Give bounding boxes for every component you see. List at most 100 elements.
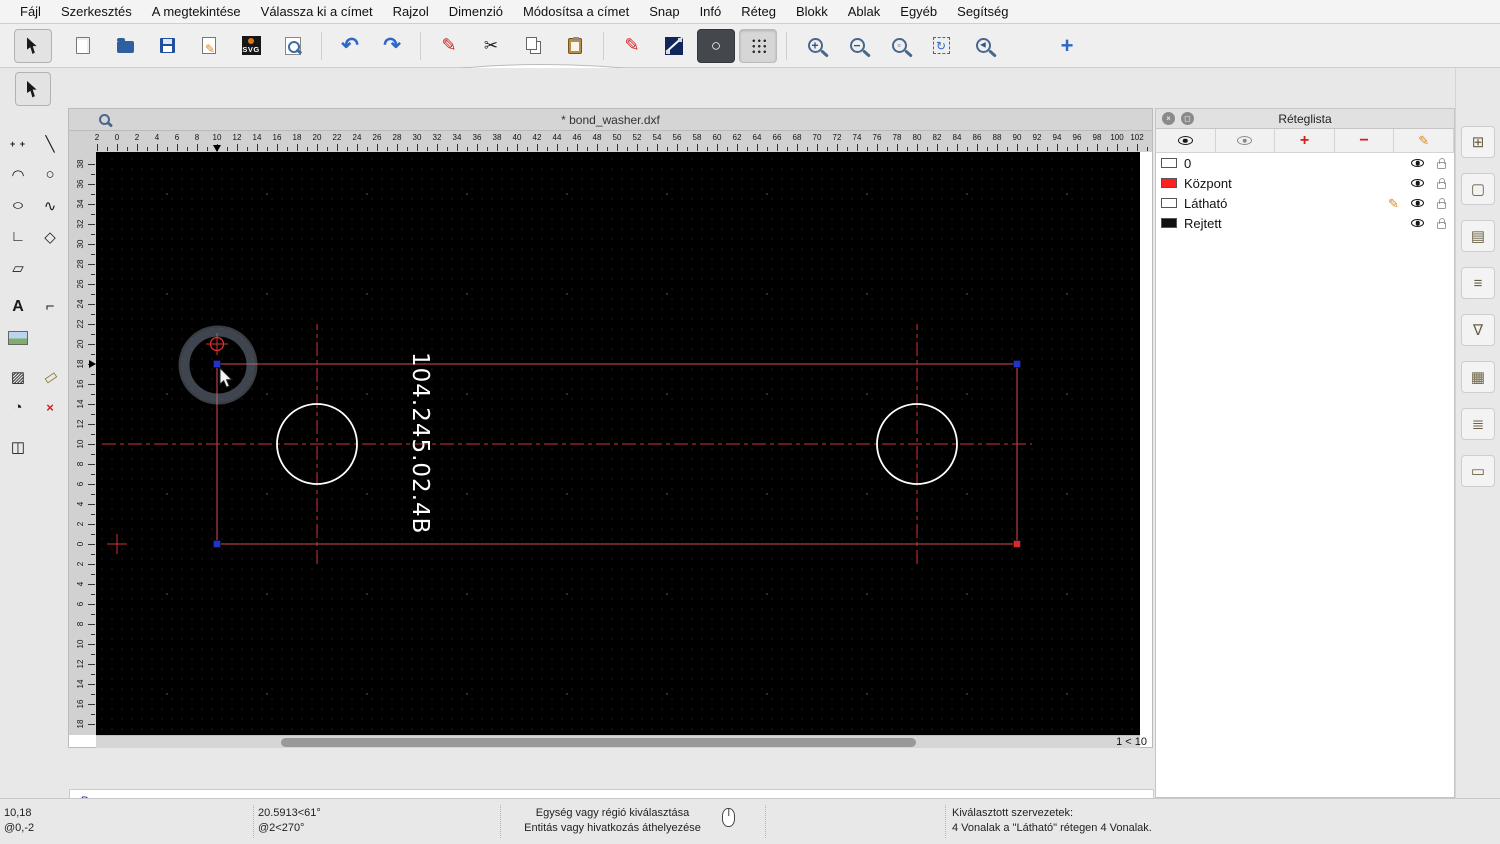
layer-row-látható[interactable]: Látható ✎ xyxy=(1156,193,1454,213)
menu-blokk[interactable]: Blokk xyxy=(786,4,838,19)
panel-float-icon[interactable]: ◻ xyxy=(1181,112,1194,125)
toolbar-separator xyxy=(786,31,787,60)
layer-color-swatch[interactable] xyxy=(1161,178,1177,188)
select-button[interactable] xyxy=(14,28,52,63)
scrollbar-thumb[interactable] xyxy=(281,738,916,747)
layer-visibility-eye-icon[interactable] xyxy=(1411,179,1424,187)
ellipse-tool-button[interactable]: ○ xyxy=(0,190,41,221)
pen-attributes-icon: ✎ xyxy=(624,35,640,55)
menu-egyéb[interactable]: Egyéb xyxy=(890,4,947,19)
layer-row-rejtett[interactable]: Rejtett xyxy=(1156,213,1454,233)
layer-row-központ[interactable]: Központ xyxy=(1156,173,1454,193)
menu-rajzol[interactable]: Rajzol xyxy=(383,4,439,19)
window-titlebar[interactable]: * bond_washer.dxf xyxy=(69,109,1152,131)
menu-segítség[interactable]: Segítség xyxy=(947,4,1018,19)
zoom-in-button[interactable] xyxy=(796,29,834,63)
layer-color-swatch[interactable] xyxy=(1161,158,1177,168)
layer-lock-icon[interactable] xyxy=(1437,217,1446,229)
draw-pencil-button[interactable]: ✎ xyxy=(430,29,468,63)
page-panel-button[interactable]: ▤ xyxy=(1461,220,1495,252)
print-preview-button[interactable] xyxy=(274,29,312,63)
palette-empty-cell xyxy=(34,322,66,353)
circle-draw-tool-button[interactable]: ○ xyxy=(34,159,66,190)
polygon-tool-button[interactable]: ◇ xyxy=(34,221,66,252)
edit-layer-button[interactable]: ✎ xyxy=(1394,129,1454,152)
remove-layer-button[interactable]: − xyxy=(1335,129,1395,152)
menu-válassza-ki-a-címet[interactable]: Válassza ki a címet xyxy=(251,4,383,19)
open-file-button[interactable] xyxy=(106,29,144,63)
select-tool-button[interactable] xyxy=(15,72,51,106)
show-all-layers-button[interactable] xyxy=(1156,129,1216,152)
layer-row-0[interactable]: 0 xyxy=(1156,153,1454,173)
save-file-button[interactable] xyxy=(148,29,186,63)
arc-tool-button[interactable]: ◠ xyxy=(2,159,34,190)
menu-infó[interactable]: Infó xyxy=(690,4,732,19)
modify-tool-button[interactable]: ◔ xyxy=(2,392,34,423)
pen-attributes-button[interactable]: ✎ xyxy=(613,29,651,63)
hatch-tool-button[interactable]: ▨ xyxy=(2,361,34,392)
solid-3d-tool-button[interactable]: ◫ xyxy=(2,431,34,462)
plus-icon: + xyxy=(1299,131,1310,149)
circle-tool-button[interactable]: ○ xyxy=(697,28,735,63)
zoom-out-button[interactable] xyxy=(838,29,876,63)
horizontal-scrollbar[interactable] xyxy=(96,735,1140,748)
panel-close-icon[interactable]: × xyxy=(1162,112,1175,125)
menu-fájl[interactable]: Fájl xyxy=(10,4,51,19)
grid-toggle-button[interactable] xyxy=(739,28,777,63)
dimension-tool-button[interactable]: ⌐ xyxy=(34,291,66,322)
layer-color-swatch[interactable] xyxy=(1161,218,1177,228)
pencil-icon: ✎ xyxy=(1418,133,1430,148)
menu-snap[interactable]: Snap xyxy=(639,4,689,19)
menu-a-megtekintése[interactable]: A megtekintése xyxy=(142,4,251,19)
horizontal-ruler: 2 0 2 4 6 8 10 12 14 16 18 20 22 24 26 28 30 32 34 36 38 40 42… xyxy=(69,131,1152,152)
layer-visibility-eye-icon[interactable] xyxy=(1411,199,1424,207)
new-file-button[interactable] xyxy=(64,29,102,63)
mirror-tool-button[interactable]: ▱ xyxy=(2,252,34,283)
snap-measure-tool-button[interactable]: × xyxy=(34,392,66,423)
zoom-window-button[interactable] xyxy=(0,29,1085,704)
zoom-auto-button[interactable] xyxy=(880,29,918,63)
library-panel-button[interactable]: ▦ xyxy=(1461,361,1495,393)
filter-panel-button[interactable]: ∇ xyxy=(1461,314,1495,346)
point-tool-button[interactable]: + + xyxy=(2,128,34,159)
copy-button[interactable] xyxy=(514,29,552,63)
pan-button[interactable]: + xyxy=(1048,29,1086,63)
edit-file-button[interactable]: ✎ xyxy=(190,29,228,63)
layer-color-swatch[interactable] xyxy=(1161,198,1177,208)
svg-export-button[interactable]: SVG xyxy=(232,29,270,63)
layer-lock-icon[interactable] xyxy=(1437,197,1446,209)
redo-button[interactable]: ↷ xyxy=(373,29,411,63)
menu-szerkesztés[interactable]: Szerkesztés xyxy=(51,4,142,19)
clipboard-panel-button[interactable]: ▭ xyxy=(1461,455,1495,487)
layer-lock-icon[interactable] xyxy=(1437,177,1446,189)
undo-button[interactable]: ↶ xyxy=(331,29,369,63)
layer-lock-icon[interactable] xyxy=(1437,157,1446,169)
paste-button[interactable] xyxy=(556,29,594,63)
save-file-icon xyxy=(159,38,175,53)
menu-ablak[interactable]: Ablak xyxy=(838,4,891,19)
image-tool-button[interactable] xyxy=(2,322,34,353)
drawing-canvas[interactable]: 104.245.02.4B xyxy=(96,152,1140,735)
text-tool-button[interactable]: A xyxy=(2,291,34,322)
zoom-previous-icon xyxy=(975,38,991,53)
ruler-cursor-marker-x xyxy=(212,145,221,152)
zoom-redraw-button[interactable]: ↻ xyxy=(922,29,960,63)
layer-visibility-eye-icon[interactable] xyxy=(1411,159,1424,167)
hide-all-layers-button[interactable] xyxy=(1216,129,1276,152)
cut-button[interactable]: ✂ xyxy=(472,29,510,63)
absolute-polar-coordinates: 20.5913<61° xyxy=(258,807,321,819)
entity-panel-button[interactable]: ≣ xyxy=(1461,408,1495,440)
zoom-previous-button[interactable] xyxy=(964,29,1002,63)
line-attributes-button[interactable] xyxy=(655,29,693,63)
cube-panel-button[interactable]: ⊞ xyxy=(1461,126,1495,158)
line-tool-button[interactable]: ╲ xyxy=(34,128,66,159)
menu-módosítsa-a-címet[interactable]: Módosítsa a címet xyxy=(513,4,639,19)
list-panel-button[interactable]: ≡ xyxy=(1461,267,1495,299)
menu-dimenzió[interactable]: Dimenzió xyxy=(439,4,513,19)
window-title: * bond_washer.dxf xyxy=(561,112,660,127)
block-panel-button[interactable]: ▢ xyxy=(1461,173,1495,205)
add-layer-button[interactable]: + xyxy=(1275,129,1335,152)
polyline-tool-button[interactable]: ∟ xyxy=(2,221,34,252)
layer-visibility-eye-icon[interactable] xyxy=(1411,219,1424,227)
menu-réteg[interactable]: Réteg xyxy=(731,4,786,19)
